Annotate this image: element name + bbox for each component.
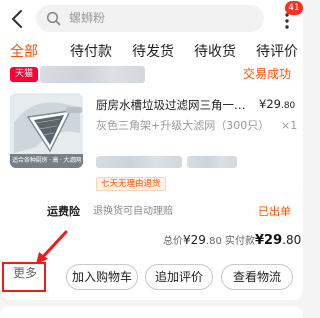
total-amount-main: ¥29 bbox=[183, 233, 206, 247]
top-bar: 螺蛳粉 41 全部 待付款 待发货 待收货 待评价 bbox=[0, 0, 303, 74]
product-price-main: ¥29 bbox=[259, 97, 281, 111]
next-order-card bbox=[0, 306, 303, 318]
paid-label: 实付款 bbox=[225, 236, 255, 247]
tab-pending-receipt[interactable]: 待收货 bbox=[194, 42, 236, 62]
return-policy-tag: 七天无理由退货 bbox=[96, 177, 166, 191]
tab-pending-payment[interactable]: 待付款 bbox=[70, 42, 112, 62]
total-amount-decimal: .80 bbox=[205, 236, 222, 247]
add-to-cart-button[interactable]: 加入购物车 bbox=[66, 264, 138, 290]
back-icon[interactable] bbox=[8, 8, 28, 30]
search-icon bbox=[46, 11, 61, 26]
product-price-decimal: .80 bbox=[280, 101, 296, 111]
order-status: 交易成功 bbox=[243, 67, 292, 81]
product-quantity: ×1 bbox=[281, 119, 298, 132]
total-label: 总价 bbox=[163, 236, 183, 247]
product-price: ¥29.80 bbox=[259, 96, 295, 114]
paid-amount-main: ¥29 bbox=[255, 233, 283, 248]
tab-all[interactable]: 全部 bbox=[10, 42, 38, 62]
search-placeholder: 螺蛳粉 bbox=[69, 11, 106, 25]
insurance-description: 退换货可自动理赔 bbox=[93, 206, 173, 217]
tab-pending-shipment[interactable]: 待发货 bbox=[132, 42, 174, 62]
add-review-button[interactable]: 追加评价 bbox=[145, 264, 213, 290]
order-totals: 总价¥29.80 实付款¥29.80 bbox=[163, 231, 301, 251]
view-logistics-button[interactable]: 查看物流 bbox=[221, 264, 293, 290]
insurance-status[interactable]: 已出单 bbox=[258, 204, 291, 220]
product-title[interactable]: 厨房水槽垃圾过滤网三角一次性… bbox=[96, 97, 248, 113]
notification-badge: 41 bbox=[285, 1, 303, 15]
shop-name-blurred[interactable] bbox=[40, 66, 145, 83]
more-button[interactable]: 更多 bbox=[13, 264, 48, 282]
tmall-badge: 天猫 bbox=[10, 67, 38, 82]
paid-amount-decimal: .80 bbox=[282, 233, 302, 247]
blurred-detail-2 bbox=[187, 156, 237, 168]
blurred-detail bbox=[96, 156, 182, 168]
insurance-label: 运费险 bbox=[47, 205, 80, 218]
product-image-caption: 适合各种厨房 · 高 · 大滤网 bbox=[10, 154, 83, 168]
tab-pending-review[interactable]: 待评价 bbox=[256, 42, 298, 62]
product-spec: 灰色三角架+升级大滤网（300只） bbox=[96, 119, 270, 132]
product-image[interactable]: 适合各种厨房 · 高 · 大滤网 bbox=[10, 93, 83, 168]
search-input[interactable]: 螺蛳粉 bbox=[36, 5, 264, 32]
